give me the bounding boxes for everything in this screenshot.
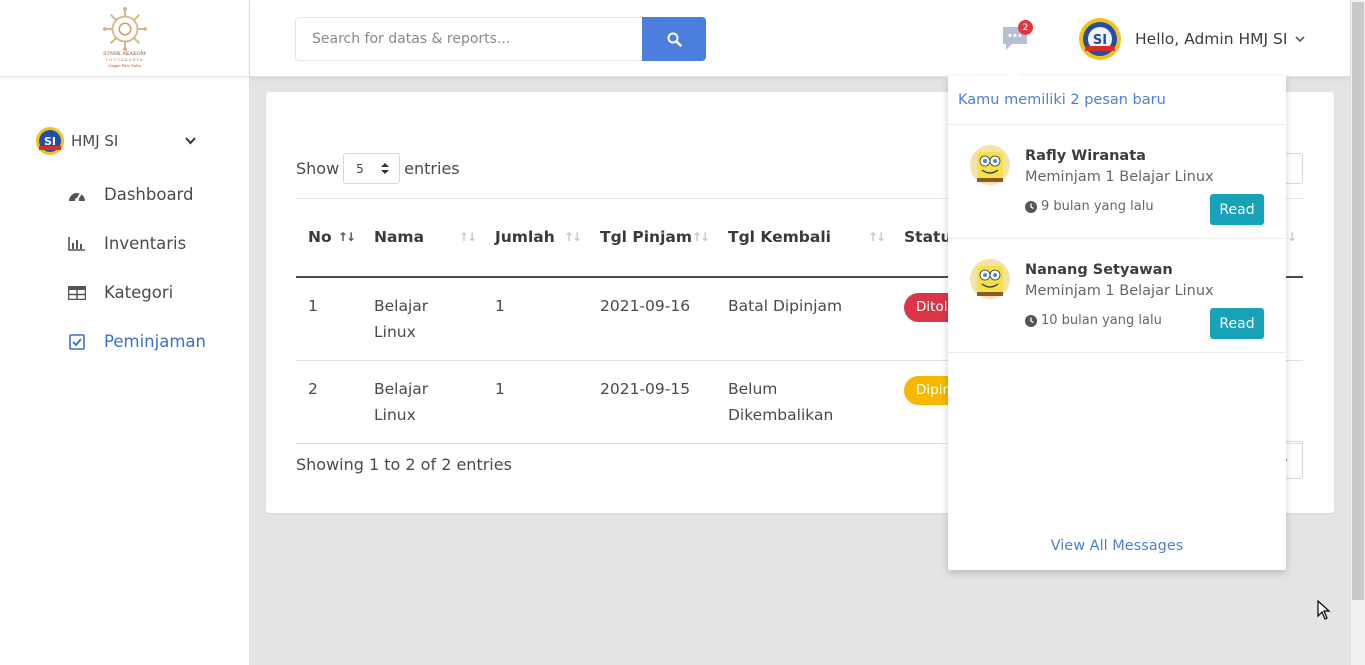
cell-nama: Belajar Linux <box>362 276 483 361</box>
column-tgl-pinjam[interactable]: Tgl Pinjam ↑↓ <box>588 198 716 278</box>
stmik-akakom-logo: STMIK AKAKOM YOGYAKARTA Cagar Pari Suka <box>99 7 151 69</box>
user-greeting: Hello, Admin HMJ SI <box>1135 30 1288 48</box>
sort-icon: ↑↓ <box>563 230 582 245</box>
sidebar-item-label: Kategori <box>104 283 174 302</box>
org-logo-icon: SI <box>36 127 64 155</box>
column-tgl-kembali[interactable]: Tgl Kembali ↑↓ <box>716 198 892 278</box>
column-jumlah[interactable]: Jumlah ↑↓ <box>483 198 588 278</box>
message-item[interactable]: Nanang Setyawan Meminjam 1 Belajar Linux… <box>948 239 1286 353</box>
cell-jumlah: 1 <box>483 360 588 444</box>
sidebar-item-label: Peminjaman <box>104 332 206 351</box>
entries-label: entries <box>404 159 460 178</box>
column-no[interactable]: No ↑↓ <box>296 198 362 278</box>
search-button[interactable] <box>642 17 706 61</box>
spongebob-avatar <box>970 259 1010 299</box>
message-time-text: 9 bulan yang lalu <box>1041 199 1154 214</box>
page-scrollbar[interactable] <box>1350 0 1365 665</box>
messages-button[interactable]: 2 <box>1000 20 1033 54</box>
topbar: 2 SI Hello, Admin HMJ SI <box>250 0 1350 77</box>
message-sender: Nanang Setyawan <box>1025 262 1173 278</box>
sidebar-item-inventaris[interactable]: Inventaris <box>0 219 249 268</box>
table-icon <box>67 283 87 303</box>
scrollbar-thumb[interactable] <box>1352 2 1364 600</box>
message-time: 9 bulan yang lalu <box>1025 199 1154 214</box>
org-switcher[interactable]: SI HMJ SI <box>35 126 200 156</box>
search-bar <box>295 17 706 61</box>
search-input[interactable] <box>295 17 642 61</box>
emblem-icon <box>102 7 147 51</box>
entries-length: Show 5 entries <box>296 153 460 184</box>
entries-select[interactable]: 5 <box>343 153 401 184</box>
checkbox-icon <box>67 332 87 352</box>
avatar: SI <box>1079 18 1121 60</box>
messages-header: Kamu memiliki 2 pesan baru <box>948 76 1286 125</box>
sidebar-item-label: Dashboard <box>104 185 194 204</box>
message-item[interactable]: Rafly Wiranata Meminjam 1 Belajar Linux … <box>948 125 1286 239</box>
dropdown-caret <box>1005 69 1021 77</box>
sidebar-nav: Dashboard Inventaris Kategori Peminjaman <box>0 170 249 366</box>
cell-jumlah: 1 <box>483 276 588 361</box>
sidebar-item-peminjaman[interactable]: Peminjaman <box>0 317 249 366</box>
cell-no: 2 <box>296 360 362 444</box>
message-text: Meminjam 1 Belajar Linux <box>1025 169 1214 185</box>
read-button[interactable]: Read <box>1210 194 1264 225</box>
message-text: Meminjam 1 Belajar Linux <box>1025 283 1214 299</box>
cell-tgl-kembali: Belum Dikembalikan <box>716 360 892 444</box>
sidebar-item-kategori[interactable]: Kategori <box>0 268 249 317</box>
chevron-down-icon <box>1295 33 1305 46</box>
user-menu[interactable]: SI Hello, Admin HMJ SI <box>1078 17 1305 61</box>
sort-icon: ↑↓ <box>867 230 886 245</box>
message-time-text: 10 bulan yang lalu <box>1041 313 1162 328</box>
sort-icon: ↑↓ <box>691 230 710 245</box>
messages-dropdown: Kamu memiliki 2 pesan baru Rafly Wiranat… <box>948 69 1286 570</box>
bar-chart-icon <box>67 234 87 254</box>
cell-nama: Belajar Linux <box>362 360 483 444</box>
brand-tagline: Cagar Pari Suka <box>107 63 142 68</box>
clock-icon <box>1025 314 1037 327</box>
message-time: 10 bulan yang lalu <box>1025 313 1162 328</box>
org-name: HMJ SI <box>71 132 119 150</box>
sort-icon: ↑↓ <box>458 230 477 245</box>
message-count-badge: 2 <box>1018 20 1033 35</box>
clock-icon <box>1025 200 1037 213</box>
chevron-down-icon <box>185 134 196 148</box>
sidebar-item-label: Inventaris <box>104 234 187 253</box>
cell-tgl-pinjam: 2021-09-15 <box>588 360 716 444</box>
entries-select-value: 5 <box>356 161 364 176</box>
show-label: Show <box>296 159 340 178</box>
sort-asc-icon: ↑↓ <box>337 230 356 245</box>
cell-tgl-pinjam: 2021-09-16 <box>588 276 716 361</box>
cell-tgl-kembali: Batal Dipinjam <box>716 276 892 361</box>
cell-no: 1 <box>296 276 362 361</box>
sidebar: STMIK AKAKOM YOGYAKARTA Cagar Pari Suka … <box>0 0 250 665</box>
spongebob-avatar <box>970 145 1010 185</box>
column-nama[interactable]: Nama ↑↓ <box>362 198 483 278</box>
dashboard-icon <box>67 185 87 205</box>
message-sender: Rafly Wiranata <box>1025 148 1146 164</box>
select-arrows-icon <box>381 163 390 174</box>
view-all-messages-link[interactable]: View All Messages <box>948 538 1286 554</box>
brand[interactable]: STMIK AKAKOM YOGYAKARTA Cagar Pari Suka <box>0 0 249 77</box>
sidebar-item-dashboard[interactable]: Dashboard <box>0 170 249 219</box>
svg-text:SI: SI <box>1093 33 1107 48</box>
search-icon <box>667 32 682 47</box>
read-button[interactable]: Read <box>1210 308 1264 339</box>
mouse-cursor-icon <box>1317 600 1331 620</box>
table-info: Showing 1 to 2 of 2 entries <box>296 455 512 474</box>
